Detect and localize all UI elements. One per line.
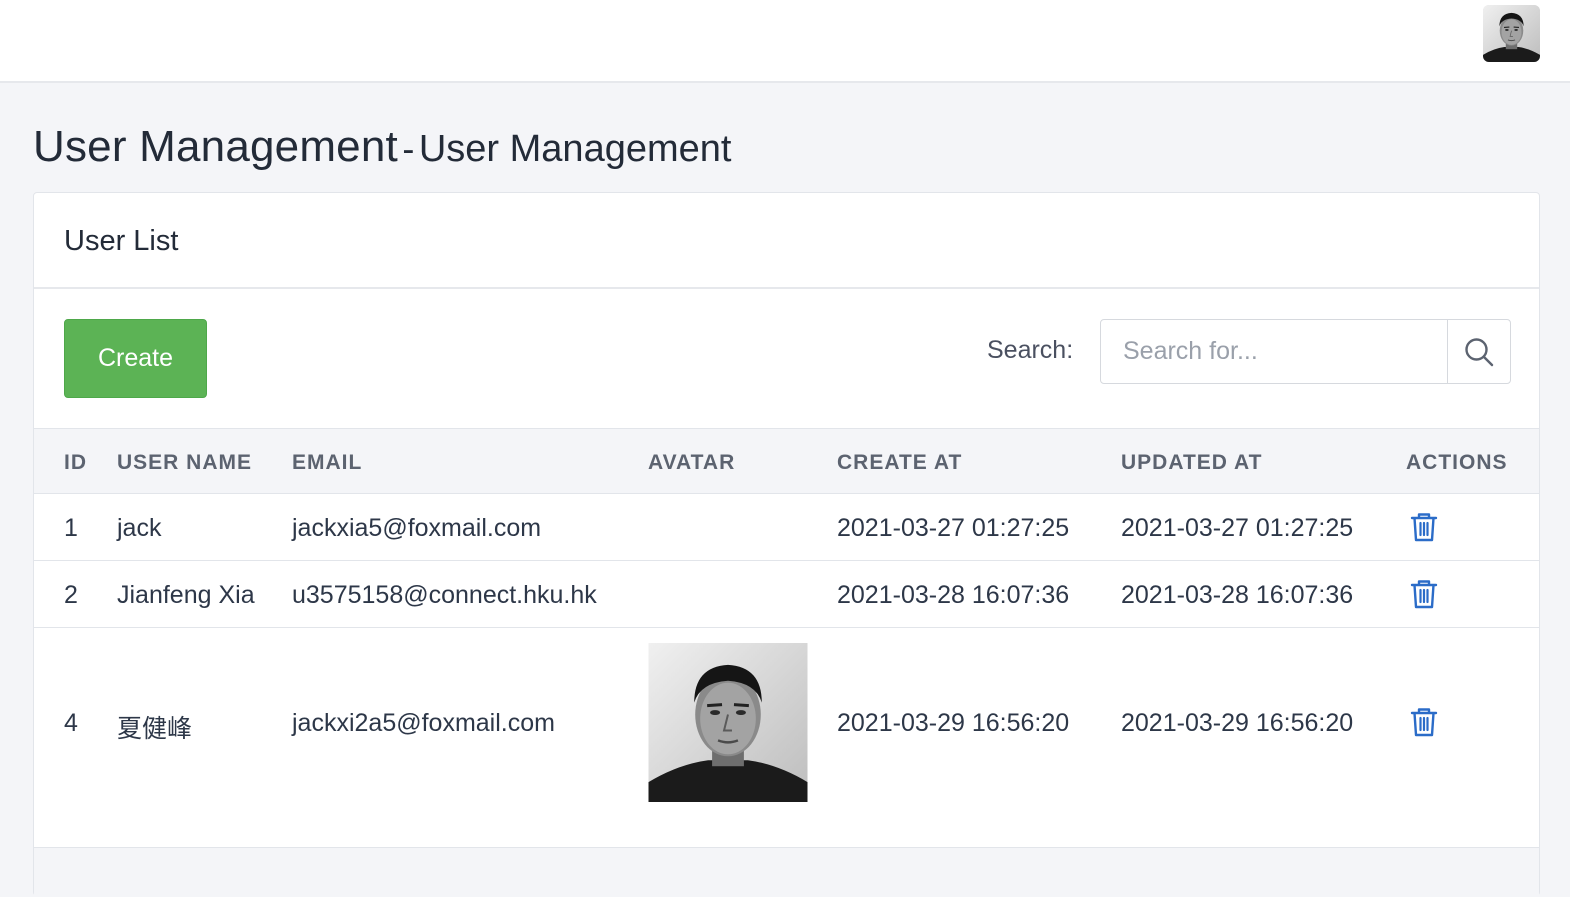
- trash-icon: [1409, 511, 1439, 543]
- delete-button[interactable]: [1409, 578, 1439, 610]
- column-header-id: ID: [64, 451, 87, 474]
- delete-button[interactable]: [1409, 511, 1439, 543]
- column-header-created-at: CREATE AT: [837, 451, 963, 474]
- column-header-username: USER NAME: [117, 451, 253, 474]
- cell-created-at: 2021-03-27 01:27:25: [837, 514, 1070, 542]
- trash-icon: [1409, 578, 1439, 610]
- user-avatar-button[interactable]: [1483, 5, 1540, 62]
- search-label: Search:: [987, 336, 1074, 364]
- cell-id: 2: [64, 581, 78, 609]
- cell-created-at: 2021-03-28 16:07:36: [837, 581, 1070, 609]
- page-title-separator: -: [402, 128, 415, 169]
- trash-icon: [1409, 706, 1439, 738]
- top-navbar: [0, 0, 1570, 83]
- search-input[interactable]: [1101, 320, 1447, 383]
- table-header: ID USER NAME EMAIL AVATAR CREATE AT UPDA…: [34, 428, 1539, 494]
- page-subtitle: User Management: [418, 128, 732, 170]
- cell-username: 夏健峰: [117, 715, 193, 743]
- create-button[interactable]: Create: [64, 319, 207, 398]
- search-icon: [1465, 337, 1494, 366]
- cell-updated-at: 2021-03-27 01:27:25: [1121, 514, 1354, 542]
- delete-button[interactable]: [1409, 706, 1439, 738]
- cell-username: Jianfeng Xia: [117, 581, 255, 609]
- table-row: 1 jack jackxia5@foxmail.com 2021-03-27 0…: [34, 494, 1539, 561]
- card-footer: [34, 847, 1539, 897]
- cell-email: jackxi2a5@foxmail.com: [292, 709, 555, 737]
- table-row: 2 Jianfeng Xia u3575158@connect.hku.hk 2…: [34, 561, 1539, 628]
- column-header-email: EMAIL: [292, 451, 363, 474]
- column-header-actions: ACTIONS: [1406, 451, 1508, 474]
- cell-created-at: 2021-03-29 16:56:20: [837, 709, 1070, 737]
- user-avatar-icon: [1483, 5, 1540, 62]
- column-header-avatar: AVATAR: [648, 451, 736, 474]
- user-list-card: User List Create Search: ID USER NAME EM…: [33, 192, 1540, 897]
- cell-username: jack: [117, 514, 162, 542]
- column-header-updated-at: UPDATED AT: [1121, 451, 1263, 474]
- cell-id: 4: [64, 709, 78, 737]
- page-title: User Management - User Management: [33, 122, 731, 178]
- search-group: [1100, 319, 1511, 384]
- cell-email: jackxia5@foxmail.com: [292, 514, 542, 542]
- cell-id: 1: [64, 514, 78, 542]
- cell-updated-at: 2021-03-28 16:07:36: [1121, 581, 1354, 609]
- search-button[interactable]: [1447, 320, 1510, 383]
- page-title-main: User Management: [33, 122, 398, 171]
- cell-email: u3575158@connect.hku.hk: [292, 581, 597, 609]
- table-row: 4 夏健峰 jackxi2a5@foxmail.com 2021-03-29 1…: [34, 628, 1539, 818]
- card-title: User List: [64, 225, 179, 257]
- card-header: User List: [34, 193, 1539, 289]
- user-avatar-photo: [648, 643, 808, 802]
- cell-updated-at: 2021-03-29 16:56:20: [1121, 709, 1354, 737]
